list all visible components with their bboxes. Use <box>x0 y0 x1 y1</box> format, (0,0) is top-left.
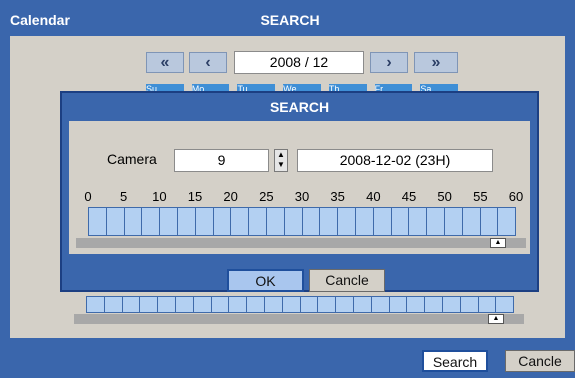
timeline-cell[interactable] <box>89 208 107 235</box>
timeline-cell[interactable] <box>175 297 194 312</box>
timeline-cell[interactable] <box>249 208 267 235</box>
minute-timeline[interactable] <box>88 207 516 236</box>
minute-tick-label: 25 <box>259 189 274 204</box>
timeline-cell[interactable] <box>427 208 445 235</box>
timeline-cell[interactable] <box>211 297 230 312</box>
search-button[interactable]: Search <box>422 350 488 372</box>
ok-button[interactable]: OK <box>227 269 304 292</box>
camera-label: Camera <box>107 151 157 167</box>
timeline-cell[interactable] <box>425 297 443 312</box>
timeline-cell[interactable] <box>122 297 141 312</box>
timeline-cell[interactable] <box>336 297 354 312</box>
minute-tick-label: 55 <box>473 189 488 204</box>
timeline-cell[interactable] <box>409 208 428 235</box>
minute-tick-label: 40 <box>366 189 381 204</box>
timeline-cell[interactable] <box>300 297 319 312</box>
dialog-body: Camera 9 ▲ ▼ 2008-12-02 (23H) 0 5 10 15 20 25 3… <box>69 121 530 254</box>
timeline-cell[interactable] <box>338 208 356 235</box>
timeline-scrollbar[interactable]: ▲ <box>76 238 526 248</box>
prev-month-button[interactable]: ‹ <box>189 52 227 73</box>
dialog-cancel-button[interactable]: Cancle <box>309 269 385 292</box>
camera-input[interactable]: 9 <box>174 149 269 172</box>
timeline-cell[interactable] <box>478 297 497 312</box>
timeline-cell[interactable] <box>195 208 214 235</box>
minute-ticks: 0 5 10 15 20 25 30 35 40 45 50 55 60 <box>69 189 530 205</box>
window-header: SEARCH <box>260 12 320 28</box>
timeline-cell[interactable] <box>266 208 285 235</box>
minute-tick-label: 60 <box>508 189 524 204</box>
minute-tick-label: 0 <box>84 189 92 204</box>
timeline-cell[interactable] <box>407 297 426 312</box>
timeline-cell[interactable] <box>498 208 516 235</box>
timeline-cell[interactable] <box>87 297 105 312</box>
timeline-cell[interactable] <box>282 297 301 312</box>
timeline-cell[interactable] <box>391 208 410 235</box>
search-dialog: SEARCH Camera 9 ▲ ▼ 2008-12-02 (23H) 0 5 10… <box>60 91 539 292</box>
next-month-button[interactable]: › <box>370 52 408 73</box>
timeline-cell[interactable] <box>106 208 125 235</box>
timeline-cell[interactable] <box>389 297 408 312</box>
timeline-cell[interactable] <box>373 208 392 235</box>
timeline-cell[interactable] <box>160 208 178 235</box>
minute-tick-label: 50 <box>437 189 452 204</box>
calendar-window: Calendar SEARCH « ‹ 2008 / 12 › » Su Mo Tu… <box>0 0 575 378</box>
timeline-cell[interactable] <box>442 297 461 312</box>
first-month-button[interactable]: « <box>146 52 184 73</box>
timeline-cell[interactable] <box>142 208 161 235</box>
timeline-cell[interactable] <box>264 297 283 312</box>
background-timeline <box>86 296 514 313</box>
last-month-button[interactable]: » <box>414 52 458 73</box>
dialog-title: SEARCH <box>269 99 330 115</box>
minute-tick-label: 35 <box>330 189 345 204</box>
minute-tick-label: 5 <box>120 189 128 204</box>
minute-tick-label: 15 <box>187 189 203 204</box>
window-title: Calendar <box>10 12 70 28</box>
timeline-cell[interactable] <box>193 297 212 312</box>
scroll-thumb-icon[interactable]: ▲ <box>488 314 504 324</box>
timeline-cell[interactable] <box>320 208 339 235</box>
timeline-cell[interactable] <box>177 208 196 235</box>
timeline-cell[interactable] <box>318 297 337 312</box>
timeline-cell[interactable] <box>496 297 514 312</box>
timeline-cell[interactable] <box>231 208 250 235</box>
timeline-cell[interactable] <box>480 208 499 235</box>
timeline-cell[interactable] <box>284 208 303 235</box>
datetime-field: 2008-12-02 (23H) <box>297 149 493 172</box>
timeline-cell[interactable] <box>229 297 248 312</box>
timeline-cell[interactable] <box>353 297 372 312</box>
minute-tick-label: 20 <box>223 189 238 204</box>
timeline-cell[interactable] <box>104 297 123 312</box>
timeline-cell[interactable] <box>355 208 374 235</box>
timeline-cell[interactable] <box>124 208 143 235</box>
timeline-cell[interactable] <box>302 208 321 235</box>
timeline-cell[interactable] <box>158 297 176 312</box>
minute-tick-label: 30 <box>294 189 310 204</box>
timeline-cell[interactable] <box>247 297 265 312</box>
scroll-thumb-icon[interactable]: ▲ <box>490 238 506 248</box>
cancel-button[interactable]: Cancle <box>505 350 575 372</box>
timeline-cell[interactable] <box>462 208 481 235</box>
timeline-cell[interactable] <box>140 297 159 312</box>
timeline-cell[interactable] <box>213 208 232 235</box>
camera-spinner-icon[interactable]: ▲ ▼ <box>274 149 288 172</box>
minute-tick-label: 45 <box>401 189 417 204</box>
background-scrollbar[interactable]: ▲ <box>74 314 524 324</box>
timeline-cell[interactable] <box>371 297 390 312</box>
timeline-cell[interactable] <box>444 208 463 235</box>
month-year-field[interactable]: 2008 / 12 <box>234 51 364 74</box>
timeline-cell[interactable] <box>460 297 479 312</box>
minute-tick-label: 10 <box>152 189 167 204</box>
